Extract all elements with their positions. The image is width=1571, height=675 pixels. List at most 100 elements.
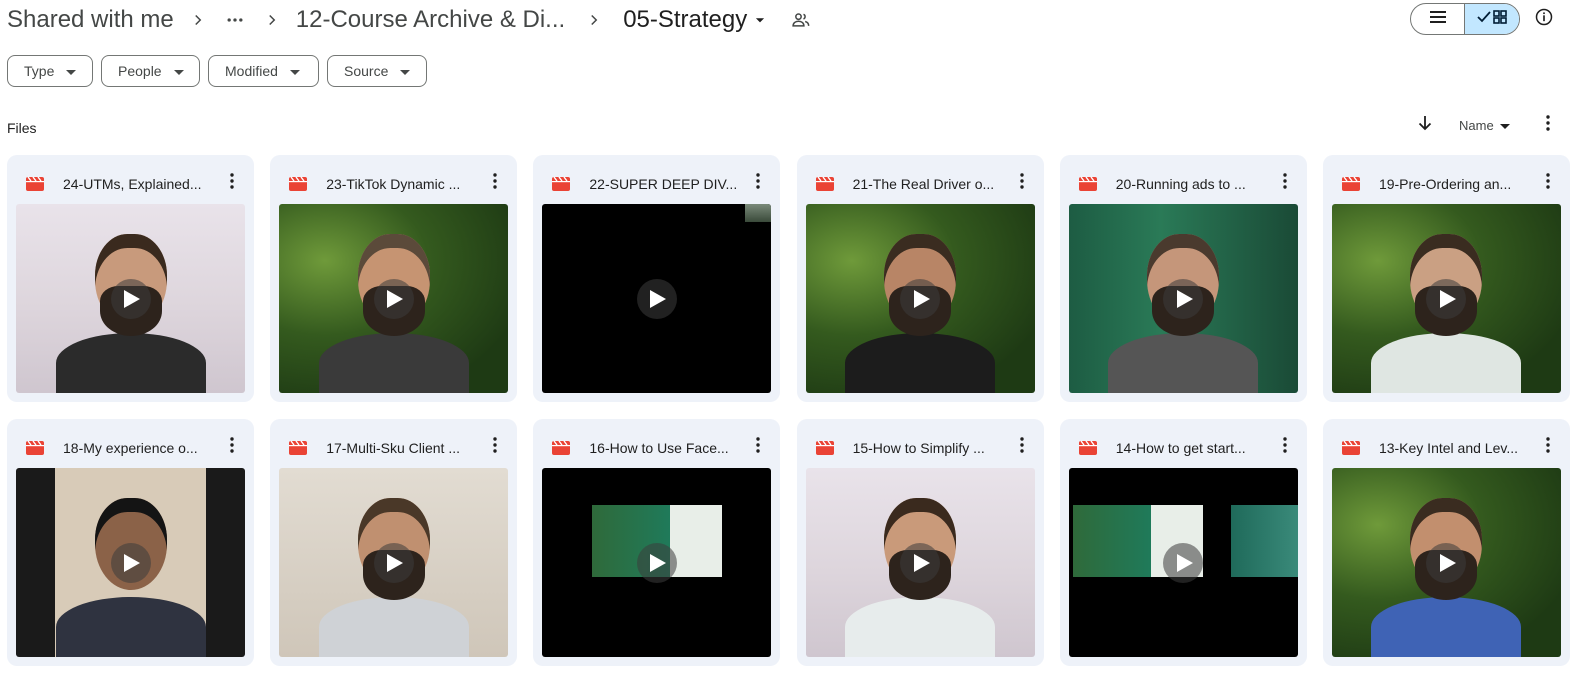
file-grid: 24-UTMs, Explained... 23-TikTok Dynamic … <box>7 155 1570 666</box>
file-title: 23-TikTok Dynamic ... <box>326 176 461 192</box>
people-icon[interactable] <box>791 10 811 30</box>
more-vert-icon[interactable] <box>1012 435 1032 455</box>
file-card[interactable]: 19-Pre-Ordering an... <box>1322 155 1570 402</box>
video-file-icon <box>1341 174 1361 194</box>
play-icon <box>373 278 414 319</box>
play-icon <box>900 278 941 319</box>
file-card[interactable]: 16-How to Use Face... <box>533 419 781 666</box>
breadcrumb-course-archive[interactable]: 12-Course Archive & Di... <box>296 6 565 34</box>
video-thumbnail[interactable] <box>279 204 509 393</box>
file-card[interactable]: 20-Running ads to ... <box>1059 155 1307 402</box>
video-file-icon <box>288 174 308 194</box>
file-title: 24-UTMs, Explained... <box>63 176 202 192</box>
filter-modified[interactable]: Modified <box>208 55 319 87</box>
video-file-icon <box>288 438 308 458</box>
grid-view-button[interactable] <box>1465 4 1519 34</box>
video-file-icon <box>551 174 571 194</box>
more-vert-icon[interactable] <box>748 435 768 455</box>
info-icon <box>1534 7 1554 32</box>
more-vert-icon[interactable] <box>1538 171 1558 191</box>
file-card[interactable]: 17-Multi-Sku Client ... <box>270 419 518 666</box>
file-card[interactable]: 23-TikTok Dynamic ... <box>270 155 518 402</box>
file-title: 16-How to Use Face... <box>589 440 729 456</box>
file-title: 14-How to get start... <box>1115 440 1246 456</box>
video-thumbnail[interactable] <box>1331 204 1561 393</box>
video-thumbnail[interactable] <box>542 468 772 657</box>
presenter-figure <box>318 597 469 657</box>
more-vert-icon[interactable] <box>222 171 242 191</box>
more-vert-icon[interactable] <box>1275 171 1295 191</box>
list-view-button[interactable] <box>1411 4 1465 34</box>
more-vert-icon[interactable] <box>1275 435 1295 455</box>
file-card[interactable]: 13-Key Intel and Lev... <box>1322 419 1570 666</box>
video-file-icon <box>815 438 835 458</box>
file-card[interactable]: 18-My experience o... <box>7 419 254 666</box>
video-thumbnail[interactable] <box>805 468 1035 657</box>
more-vert-icon[interactable] <box>485 171 505 191</box>
presenter-figure <box>318 333 469 393</box>
arrow-down-icon <box>1418 115 1432 136</box>
filter-people[interactable]: People <box>101 55 200 87</box>
file-title: 22-SUPER DEEP DIV... <box>589 176 738 192</box>
filter-source[interactable]: Source <box>327 55 427 87</box>
filter-label: Type <box>24 63 55 79</box>
video-thumbnail[interactable] <box>16 468 245 657</box>
play-icon <box>1426 542 1467 583</box>
more-vert-icon[interactable] <box>1012 171 1032 191</box>
video-thumbnail[interactable] <box>1068 468 1298 657</box>
webcam-inset <box>745 204 772 222</box>
file-card[interactable]: 15-How to Simplify ... <box>796 419 1044 666</box>
video-file-icon <box>551 438 571 458</box>
file-card[interactable]: 14-How to get start... <box>1059 419 1307 666</box>
more-vert-icon[interactable] <box>485 435 505 455</box>
video-file-icon <box>1078 438 1098 458</box>
play-icon <box>636 542 677 583</box>
video-file-icon <box>25 438 45 458</box>
caret-down-icon <box>173 63 184 79</box>
sort-by-name-button[interactable]: Name <box>1459 115 1510 135</box>
chevron-right-icon <box>248 11 296 29</box>
presenter-figure <box>1371 333 1522 393</box>
file-title: 15-How to Simplify ... <box>852 440 985 456</box>
video-thumbnail[interactable] <box>805 204 1035 393</box>
current-folder-name: 05-Strategy <box>623 6 748 33</box>
file-card[interactable]: 24-UTMs, Explained... <box>7 155 254 402</box>
video-file-icon <box>1078 174 1098 194</box>
more-vert-icon[interactable] <box>748 171 768 191</box>
play-icon <box>110 542 151 583</box>
more-vert-icon <box>1546 114 1550 136</box>
more-vert-icon[interactable] <box>1538 435 1558 455</box>
filter-type[interactable]: Type <box>7 55 93 87</box>
presenter-figure <box>845 333 996 393</box>
grid-view-icon <box>1493 9 1507 29</box>
file-card[interactable]: 22-SUPER DEEP DIV... <box>533 155 781 402</box>
presenter-figure <box>1108 333 1259 393</box>
play-icon <box>1426 278 1467 319</box>
breadcrumb: Shared with me 12-Course Archive & Di...… <box>7 0 811 40</box>
video-thumbnail[interactable] <box>279 468 509 657</box>
more-vert-icon[interactable] <box>222 435 242 455</box>
more-horiz-icon[interactable] <box>222 10 248 30</box>
breadcrumb-current-folder[interactable]: 05-Strategy <box>623 6 767 34</box>
filter-bar: Type People Modified Source <box>7 55 427 87</box>
filter-label: Source <box>344 63 389 79</box>
info-button[interactable] <box>1532 7 1556 31</box>
video-file-icon <box>25 174 45 194</box>
breadcrumb-shared-with-me[interactable]: Shared with me <box>7 6 174 34</box>
presenter-figure <box>845 597 996 657</box>
caret-down-icon <box>289 63 300 79</box>
play-icon <box>1163 278 1204 319</box>
filter-label: Modified <box>225 63 278 79</box>
video-thumbnail[interactable] <box>16 204 245 393</box>
video-thumbnail[interactable] <box>1331 468 1561 657</box>
presenter-figure <box>55 333 206 393</box>
video-thumbnail[interactable] <box>542 204 772 393</box>
file-card[interactable]: 21-The Real Driver o... <box>796 155 1044 402</box>
more-vert-button[interactable] <box>1538 114 1558 136</box>
video-thumbnail[interactable] <box>1068 204 1298 393</box>
file-title: 18-My experience o... <box>63 440 198 456</box>
play-icon <box>373 542 414 583</box>
sort-direction-button[interactable] <box>1414 114 1436 136</box>
play-icon <box>900 542 941 583</box>
caret-down-icon <box>66 63 77 79</box>
